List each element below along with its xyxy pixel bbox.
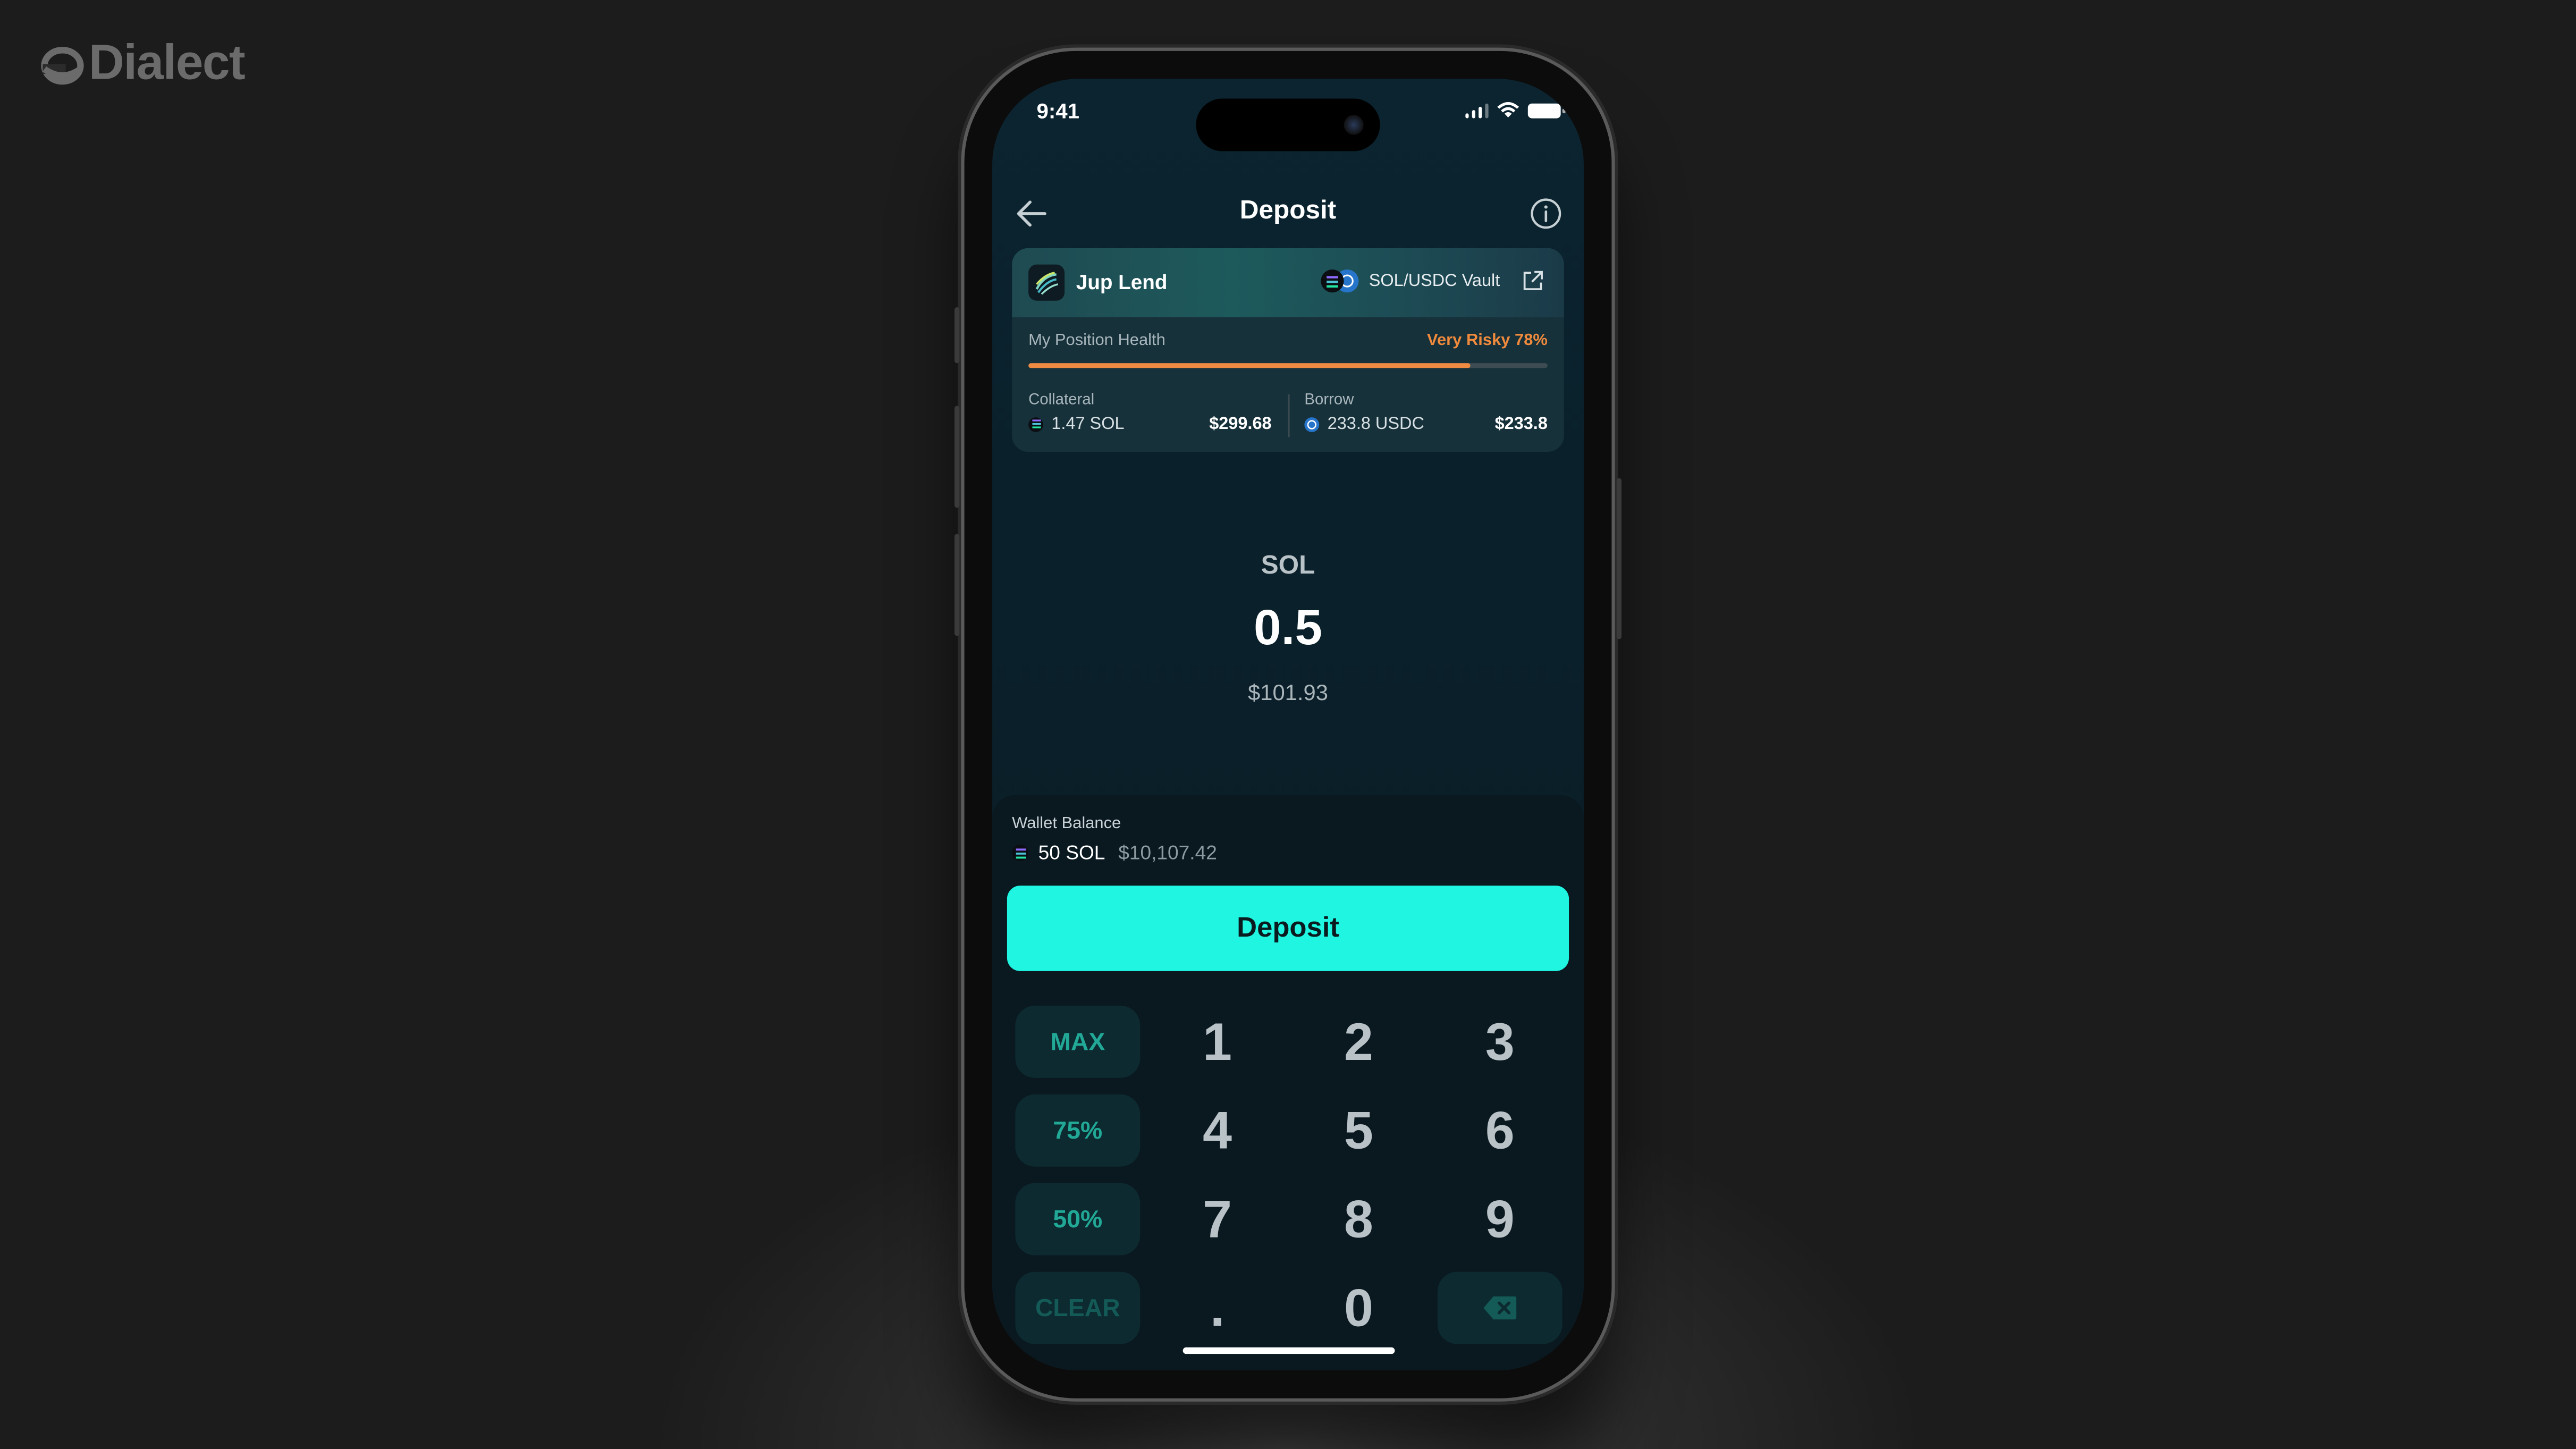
collateral-section: Collateral 1.47 SOL $299.68 — [1028, 391, 1272, 434]
status-time: 9:41 — [1036, 98, 1080, 123]
key-3[interactable]: 3 — [1438, 1006, 1563, 1078]
brand-logo: Dialect — [39, 36, 246, 92]
key-9[interactable]: 9 — [1438, 1183, 1563, 1256]
top-nav: Deposit — [992, 187, 1584, 240]
backspace-icon — [1483, 1296, 1517, 1320]
external-link-icon — [1523, 271, 1543, 290]
key-6[interactable]: 6 — [1438, 1094, 1563, 1167]
position-card-header: Jup Lend SOL/USDC Vault — [1012, 248, 1564, 317]
action-button — [954, 307, 960, 364]
wallet-balance: 50 SOL $10,107.42 — [1012, 841, 1217, 864]
amount-token: SOL — [1261, 552, 1315, 580]
dialect-logo-icon — [39, 46, 84, 85]
phone-frame: 9:41 Deposit Jup Lend SOL/USDC Vault My … — [954, 50, 1622, 1399]
backspace-button[interactable] — [1437, 1271, 1563, 1344]
position-card: Jup Lend SOL/USDC Vault My Position Heal… — [1012, 248, 1564, 452]
health-bar — [1028, 363, 1548, 368]
app-screen: 9:41 Deposit Jup Lend SOL/USDC Vault My … — [992, 79, 1584, 1371]
volume-up-button — [954, 406, 960, 508]
collateral-amount: 1.47 SOL — [1051, 414, 1125, 434]
vault-link[interactable]: SOL/USDC Vault — [1321, 269, 1544, 293]
volume-down-button — [954, 534, 960, 636]
status-bar: 9:41 — [992, 79, 1584, 151]
clear-button[interactable]: CLEAR — [1015, 1271, 1141, 1344]
health-label: My Position Health — [1028, 332, 1165, 350]
protocol-name: Jup Lend — [1076, 271, 1168, 294]
jup-lend-logo-icon — [1028, 264, 1065, 301]
amount-input[interactable]: 0.5 — [992, 601, 1584, 657]
key-8[interactable]: 8 — [1296, 1183, 1421, 1256]
home-indicator[interactable] — [1183, 1347, 1395, 1354]
status-icons — [1464, 102, 1565, 119]
pct-75-button[interactable]: 75% — [1015, 1094, 1141, 1167]
borrow-amount: 233.8 USDC — [1327, 414, 1424, 434]
info-button[interactable] — [1530, 197, 1563, 230]
info-circle-icon — [1531, 198, 1561, 229]
power-button — [1616, 478, 1622, 639]
page-title: Deposit — [1239, 197, 1337, 225]
key-0[interactable]: 0 — [1296, 1272, 1421, 1344]
key-5[interactable]: 5 — [1296, 1094, 1421, 1167]
vault-name: SOL/USDC Vault — [1369, 271, 1500, 291]
camera-icon — [1344, 115, 1364, 135]
divider — [1288, 394, 1290, 437]
wifi-icon — [1497, 102, 1519, 118]
deposit-button[interactable]: Deposit — [1007, 886, 1569, 971]
health-row: My Position Health Very Risky 78% — [1028, 332, 1548, 350]
key-2[interactable]: 2 — [1296, 1006, 1421, 1078]
dynamic-island — [1196, 98, 1380, 151]
borrow-section: Borrow 233.8 USDC $233.8 — [1304, 391, 1548, 434]
sol-icon — [1012, 844, 1029, 861]
key-4[interactable]: 4 — [1155, 1094, 1280, 1167]
amount-usd: $101.93 — [1248, 680, 1328, 705]
pct-50-button[interactable]: 50% — [1015, 1183, 1141, 1256]
token-pair-icon — [1321, 269, 1361, 293]
key-7[interactable]: 7 — [1155, 1183, 1280, 1256]
brand-name: Dialect — [88, 36, 246, 91]
borrow-usd: $233.8 — [1494, 414, 1548, 434]
collateral-usd: $299.68 — [1209, 414, 1272, 434]
collateral-label: Collateral — [1028, 391, 1095, 409]
key-1[interactable]: 1 — [1155, 1006, 1280, 1078]
wallet-balance-label: Wallet Balance — [1012, 815, 1121, 833]
signal-icon — [1464, 103, 1489, 118]
key-decimal[interactable]: . — [1155, 1272, 1280, 1344]
wallet-balance-amount: 50 SOL — [1038, 841, 1105, 864]
sol-icon — [1028, 416, 1043, 432]
wallet-balance-usd: $10,107.42 — [1118, 841, 1217, 864]
battery-icon — [1527, 103, 1565, 118]
health-value: Very Risky 78% — [1427, 332, 1548, 350]
usdc-icon — [1304, 416, 1320, 432]
max-button[interactable]: MAX — [1015, 1005, 1141, 1078]
borrow-label: Borrow — [1304, 391, 1354, 409]
health-bar-fill — [1028, 363, 1470, 368]
